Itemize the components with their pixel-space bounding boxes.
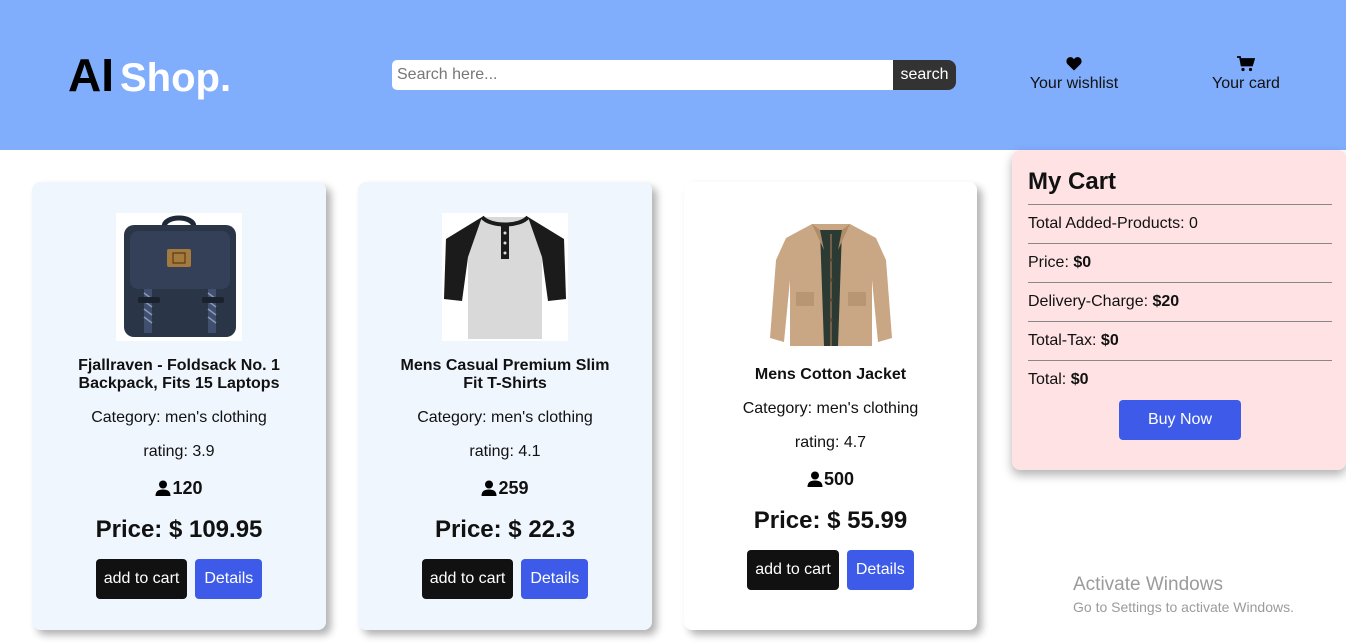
product-rating: rating: 4.1 bbox=[469, 443, 541, 460]
product-card: Mens Casual Premium Slim Fit T-Shirts Ca… bbox=[358, 182, 652, 630]
logo-shop-text: Shop. bbox=[120, 56, 232, 100]
product-category: Category: men's clothing bbox=[91, 409, 267, 426]
product-price: Price: $ 55.99 bbox=[753, 507, 908, 534]
cart-link[interactable]: Your card bbox=[1200, 56, 1292, 93]
search-bar: search bbox=[392, 60, 956, 90]
site-logo[interactable]: AI Shop. bbox=[68, 48, 231, 102]
product-rating: rating: 4.7 bbox=[794, 434, 867, 451]
product-actions: add to cart Details bbox=[32, 559, 326, 599]
shopping-cart-icon bbox=[1200, 56, 1292, 74]
cart-row-price: Price: $0 bbox=[1028, 243, 1332, 282]
product-category: Category: men's clothing bbox=[417, 409, 593, 426]
product-reviews: 120 bbox=[32, 478, 326, 499]
cart-row-label: Total Added-Products: bbox=[1028, 215, 1189, 232]
user-icon bbox=[481, 478, 498, 498]
wishlist-link[interactable]: Your wishlist bbox=[1020, 56, 1128, 93]
logo-ai-text: AI bbox=[68, 49, 114, 101]
product-image-tshirt bbox=[442, 213, 568, 341]
product-reviews: 259 bbox=[358, 478, 652, 499]
add-to-cart-button[interactable]: add to cart bbox=[95, 559, 188, 599]
cart-row-value: $0 bbox=[1070, 371, 1089, 388]
review-count: 120 bbox=[172, 478, 203, 498]
product-card: Fjallraven - Foldsack No. 1 Backpack, Fi… bbox=[32, 182, 326, 630]
cart-summary-panel: My Cart Total Added-Products: 0 Price: $… bbox=[1012, 150, 1346, 470]
product-card: Mens Cotton Jacket Category: men's cloth… bbox=[684, 182, 977, 630]
add-to-cart-button[interactable]: add to cart bbox=[421, 559, 514, 599]
cart-label: Your card bbox=[1212, 75, 1280, 92]
user-icon bbox=[807, 469, 824, 489]
cart-row-tax: Total-Tax: $0 bbox=[1028, 321, 1332, 360]
cart-title: My Cart bbox=[1028, 168, 1117, 195]
windows-activation-watermark: Activate Windows Go to Settings to activ… bbox=[1073, 574, 1294, 615]
product-category: Category: men's clothing bbox=[742, 400, 919, 417]
product-title: Fjallraven - Foldsack No. 1 Backpack, Fi… bbox=[78, 357, 280, 392]
product-actions: add to cart Details bbox=[358, 559, 652, 599]
product-price: Price: $ 109.95 bbox=[95, 516, 263, 543]
cart-row-value: 0 bbox=[1188, 215, 1198, 232]
user-icon bbox=[155, 478, 172, 498]
product-price: Price: $ 22.3 bbox=[434, 516, 576, 543]
cart-row-value: $0 bbox=[1073, 254, 1092, 271]
wishlist-label: Your wishlist bbox=[1029, 75, 1119, 92]
watermark-title: Activate Windows bbox=[1073, 574, 1223, 595]
cart-row-label: Total: bbox=[1028, 371, 1071, 388]
product-reviews: 500 bbox=[684, 469, 977, 490]
review-count: 259 bbox=[498, 478, 529, 498]
cart-row-value: $0 bbox=[1100, 332, 1119, 349]
cart-row-label: Delivery-Charge: bbox=[1028, 293, 1153, 310]
product-title: Mens Cotton Jacket bbox=[754, 366, 907, 383]
add-to-cart-button[interactable]: add to cart bbox=[747, 550, 839, 590]
details-button[interactable]: Details bbox=[195, 559, 263, 599]
product-image-backpack bbox=[116, 213, 242, 341]
heart-icon bbox=[1020, 56, 1128, 74]
product-rating: rating: 3.9 bbox=[143, 443, 215, 460]
cart-row-value: $20 bbox=[1152, 293, 1180, 310]
details-button[interactable]: Details bbox=[521, 559, 589, 599]
cart-row-delivery: Delivery-Charge: $20 bbox=[1028, 282, 1332, 321]
product-actions: add to cart Details bbox=[684, 550, 977, 590]
watermark-subtitle: Go to Settings to activate Windows. bbox=[1073, 599, 1294, 615]
search-button[interactable]: search bbox=[893, 60, 956, 90]
product-image-jacket bbox=[767, 220, 894, 348]
review-count: 500 bbox=[823, 469, 855, 489]
cart-row-label: Total-Tax: bbox=[1028, 332, 1101, 349]
details-button[interactable]: Details bbox=[846, 550, 914, 590]
search-input[interactable] bbox=[392, 60, 893, 90]
product-title: Mens Casual Premium Slim Fit T-Shirts bbox=[400, 357, 610, 392]
cart-row-label: Price: bbox=[1028, 254, 1074, 271]
cart-row-total-products: Total Added-Products: 0 bbox=[1028, 204, 1332, 243]
site-header: AIShop. search Your wishlist Your card bbox=[0, 0, 1346, 150]
cart-row-total: Total: $0 bbox=[1028, 360, 1332, 399]
buy-now-button[interactable]: Buy Now bbox=[1119, 400, 1241, 440]
